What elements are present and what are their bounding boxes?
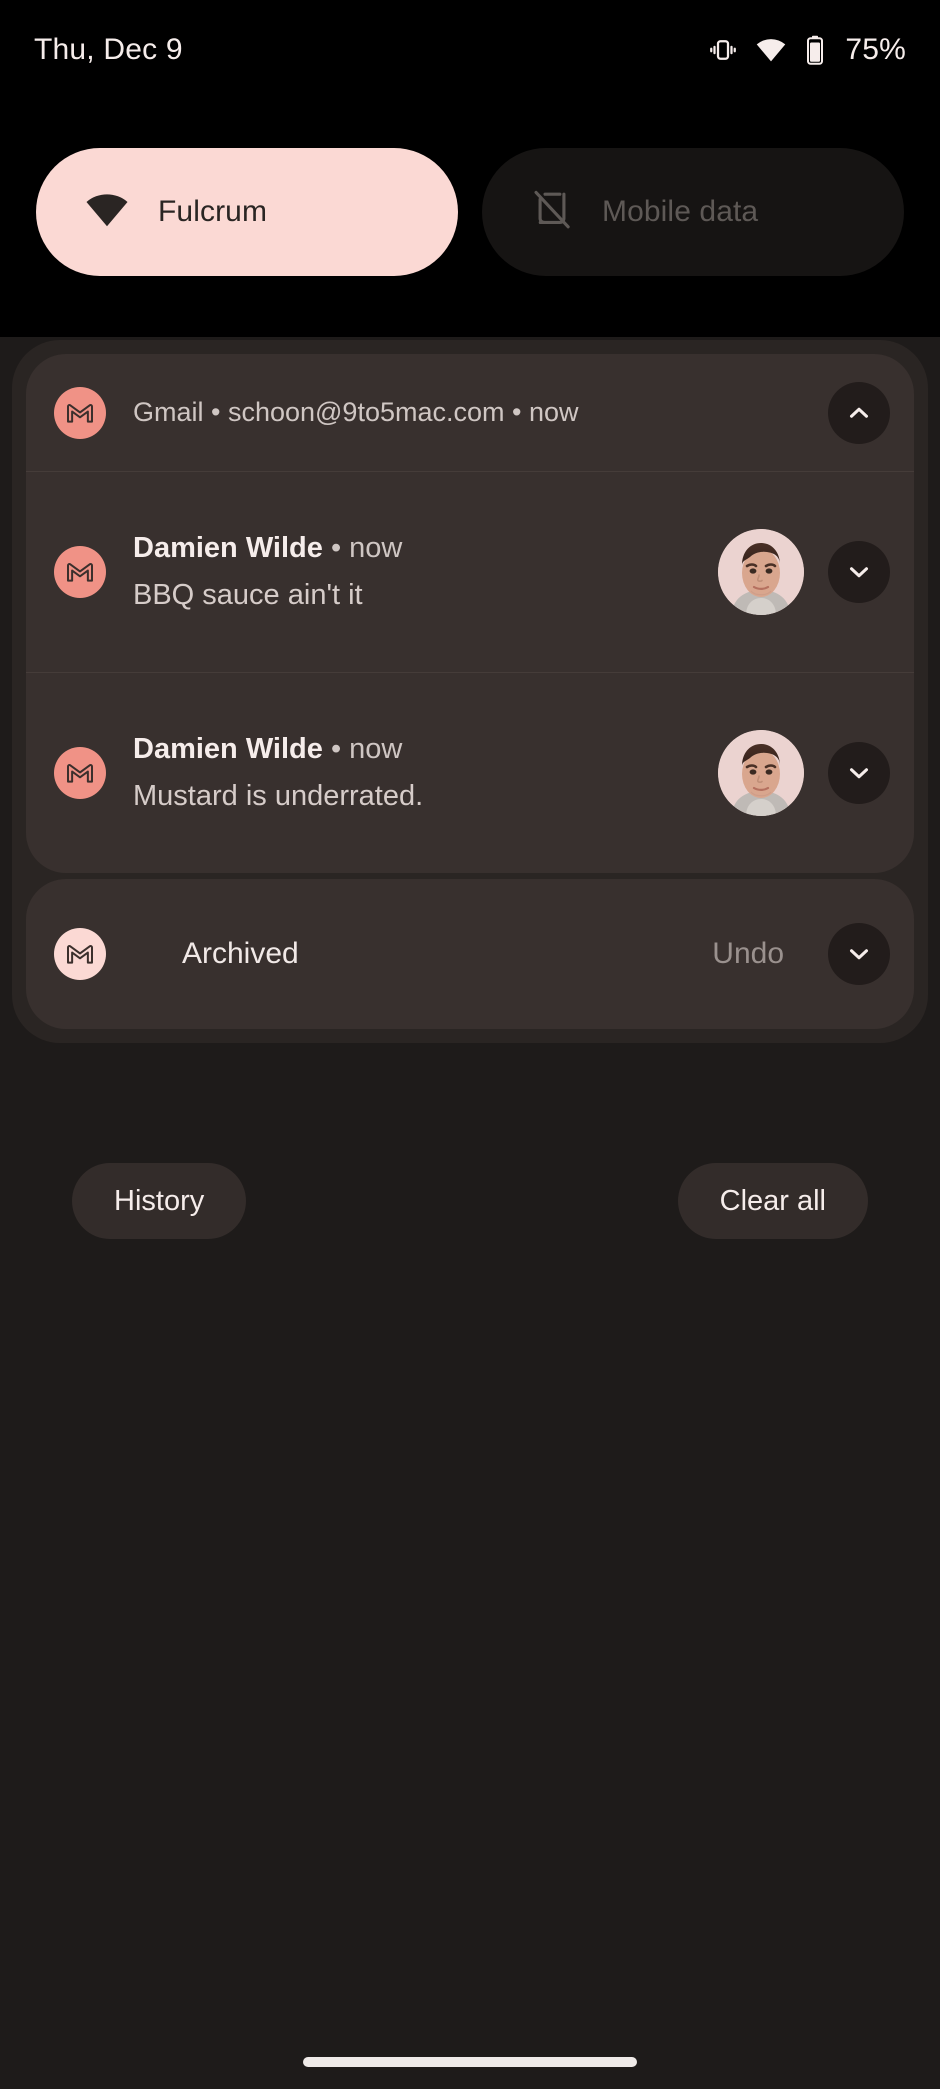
phone-screen: Thu, Dec 9 75% Fulcrum Mobile data Gmail… [0,0,940,2089]
undo-button[interactable]: Undo [712,937,784,971]
quick-settings-row: Fulcrum Mobile data [36,148,904,276]
history-button[interactable]: History [72,1163,247,1239]
wifi-icon [755,34,787,66]
shade-footer: History Clear all [72,1163,868,1239]
notification-group-gmail: Gmail • schoon@9to5mac.com • now Damien … [26,354,914,873]
battery-icon [804,35,826,65]
notification-group-summary: Gmail • schoon@9to5mac.com • now [133,397,579,427]
chevron-down-icon [850,567,868,578]
notification-text: BBQ sauce ain't it [133,579,363,611]
notification-time: now [349,733,403,765]
vibrate-icon [708,35,738,65]
notification-sender: Damien Wilde [133,532,323,564]
notification-separator: • [322,532,350,564]
notification-text: Mustard is underrated. [133,780,424,812]
expand-notification-button[interactable] [828,742,890,804]
qs-tile-mobile-data[interactable]: Mobile data [482,148,904,276]
notification-content: Damien Wilde • now BBQ sauce ain't it [133,532,718,612]
gmail-icon [54,747,106,799]
chevron-up-icon [850,407,868,418]
mobile-data-off-icon [530,188,574,237]
gesture-navigation-bar[interactable] [303,2057,637,2067]
clear-all-button[interactable]: Clear all [677,1163,868,1239]
status-bar-icons: 75% [708,33,906,67]
notification-sender: Damien Wilde [133,733,323,765]
qs-tile-mobile-data-label: Mobile data [602,195,759,228]
notification-title: Damien Wilde • now [133,733,718,766]
chevron-down-icon [850,949,868,960]
notification-time: now [349,532,403,564]
battery-percentage: 75% [845,33,906,66]
avatar [718,529,804,615]
expand-archived-button[interactable] [828,923,890,985]
qs-tile-wifi[interactable]: Fulcrum [36,148,458,276]
gmail-icon [54,546,106,598]
status-bar-clock: Thu, Dec 9 [34,33,183,66]
chevron-down-icon [850,768,868,779]
wifi-icon [84,187,130,238]
expand-notification-button[interactable] [828,541,890,603]
notification-content: Damien Wilde • now Mustard is underrated… [133,733,718,813]
gmail-icon [54,928,106,980]
notification-separator: • [322,733,350,765]
qs-tile-wifi-label: Fulcrum [158,195,268,228]
notification-row[interactable]: Damien Wilde • now BBQ sauce ain't it [26,472,914,672]
gmail-icon [54,386,106,439]
archived-label: Archived [182,937,299,970]
collapse-group-button[interactable] [828,381,890,444]
notification-panel: Gmail • schoon@9to5mac.com • now Damien … [12,340,928,1043]
avatar [718,730,804,816]
status-bar: Thu, Dec 9 75% [0,0,940,100]
notification-archived[interactable]: Archived Undo [26,879,914,1029]
notification-row[interactable]: Damien Wilde • now Mustard is underrated… [26,673,914,873]
notification-group-header[interactable]: Gmail • schoon@9to5mac.com • now [26,354,914,471]
notification-title: Damien Wilde • now [133,532,718,565]
